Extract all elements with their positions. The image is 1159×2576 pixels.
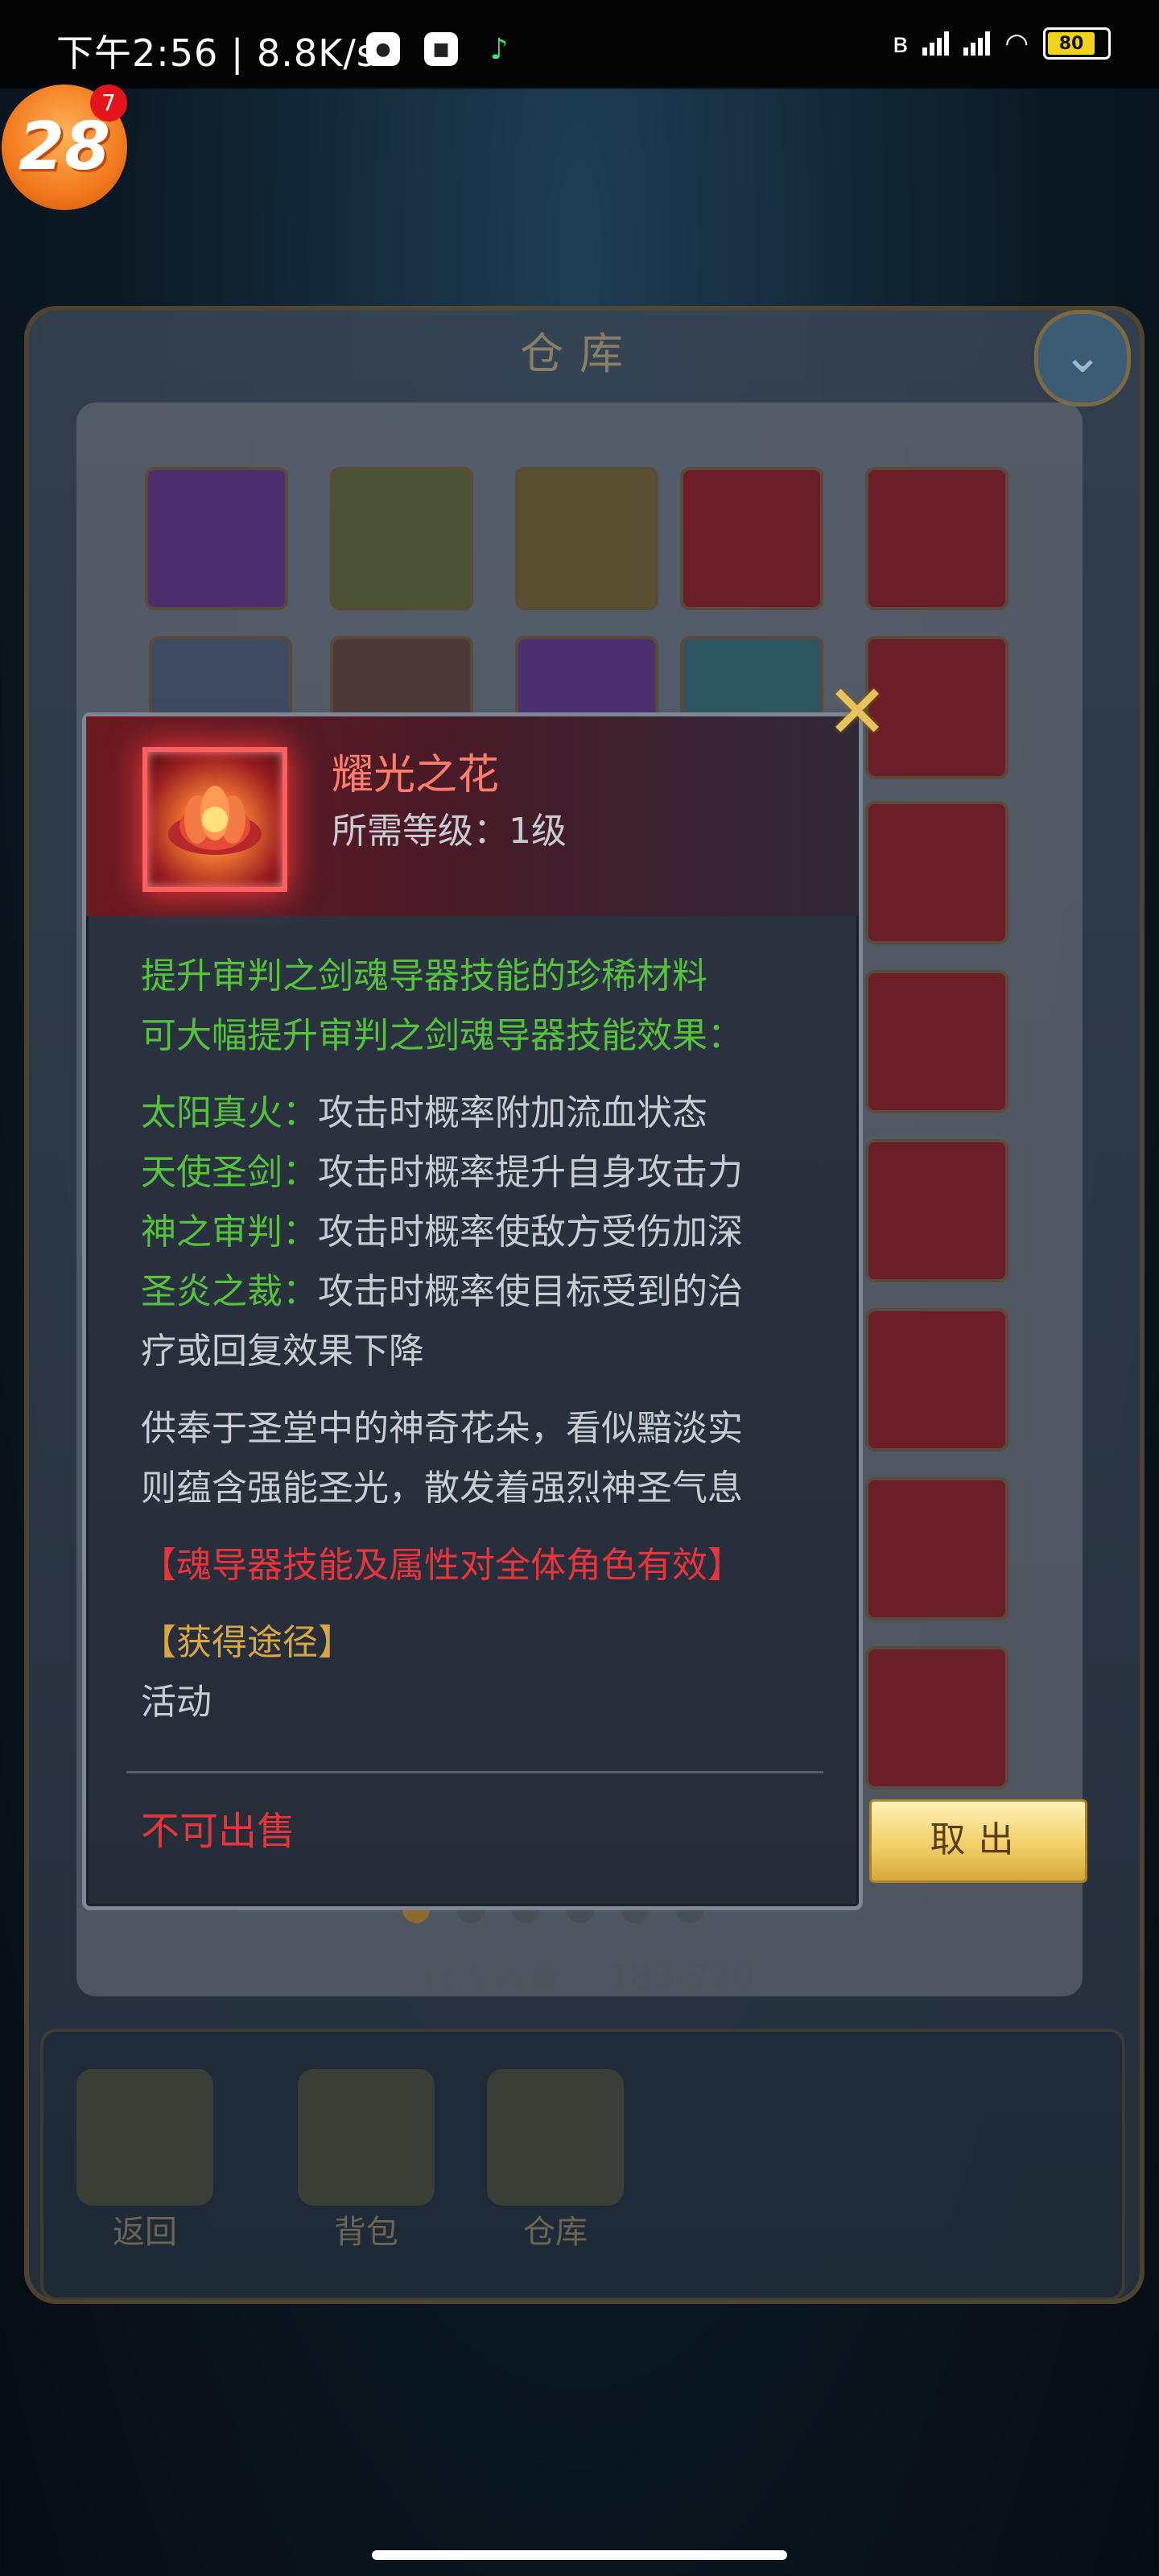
warehouse-title: 仓库 [520,328,639,379]
lore-line: 供奉于圣堂中的神奇花朵，看似黯淡实 [141,1408,743,1449]
warehouse-capacity: 仓库容量 183/220 [402,1948,773,2004]
intro-line: 可大幅提升审判之剑魂导器技能效果： [141,1015,743,1056]
penguin-app-icon: ● [366,32,400,66]
skill-name: 神之审判： [141,1212,318,1253]
item-tooltip: 耀光之花 所需等级：1级 提升审判之剑魂导器技能的珍稀材料 可大幅提升审判之剑魂… [82,712,863,1910]
flower-item-icon [142,747,287,892]
take-out-button[interactable]: 取出 [869,1799,1087,1883]
skill-desc-continued: 疗或回复效果下降 [141,1331,424,1372]
skill-desc: 攻击时概率附加流血状态 [318,1092,707,1133]
item-slot[interactable] [680,467,823,610]
divider [126,1771,823,1773]
sale-status: 不可出售 [141,1809,296,1854]
skill-row: 天使圣剑：攻击时概率提升自身攻击力 [141,1143,849,1203]
wifi-icon: ◠ [1004,27,1029,60]
warehouse-close-icon[interactable]: ⌄ [1034,310,1131,407]
skill-desc: 攻击时概率使敌方受伤加深 [318,1212,743,1253]
battery-level: 80 [1048,32,1095,55]
home-indicator[interactable] [372,2550,787,2560]
capacity-label: 仓库容量 [420,1957,563,1998]
skill-list: 太阳真火：攻击时概率附加流血状态 天使圣剑：攻击时概率提升自身攻击力 神之审判：… [141,1084,849,1381]
back-button[interactable]: 返回 [64,2069,225,2262]
item-description: 提升审判之剑魂导器技能的珍稀材料 可大幅提升审判之剑魂导器技能效果： 太阳真火：… [141,947,849,1732]
signal-icon-2 [963,31,991,56]
item-slot[interactable] [865,1477,1008,1620]
notification-badge: 7 [90,85,127,122]
lore-line: 则蕴含强能圣光，散发着强烈神圣气息 [141,1468,743,1509]
item-required-level: 所需等级：1级 [332,811,567,852]
close-tooltip-icon[interactable]: ✕ [825,675,889,749]
notification-icons: ● ■ ♪ [366,32,516,66]
backpack-tab[interactable]: 背包 [286,2069,447,2262]
status-time: 下午2:56 | 8.8K/s [56,31,377,75]
skill-row: 圣炎之裁：攻击时概率使目标受到的治 [141,1262,849,1322]
tooltip-header: 耀光之花 所需等级：1级 [86,716,859,916]
bluetooth-icon: ʙ [892,27,909,60]
item-slot[interactable] [865,1308,1008,1451]
item-intro: 提升审判之剑魂导器技能的珍稀材料 可大幅提升审判之剑魂导器技能效果： [141,947,849,1066]
back-label: 返回 [113,2214,177,2251]
item-slot[interactable] [145,467,288,610]
store-app-icon: ■ [424,32,458,66]
back-arrow-icon [76,2069,213,2206]
warehouse-label: 仓库 [523,2214,588,2251]
item-slot[interactable] [865,467,1008,610]
item-slot[interactable] [865,970,1008,1113]
warehouse-tab[interactable]: 仓库 [475,2069,636,2262]
item-lore: 供奉于圣堂中的神奇花朵，看似黯淡实 则蕴含强能圣光，散发着强烈神圣气息 [141,1399,849,1518]
item-name: 耀光之花 [332,751,500,799]
backpack-icon [298,2069,435,2206]
skill-name: 天使圣剑： [141,1152,318,1193]
item-slot[interactable] [865,801,1008,944]
item-slot[interactable] [865,1646,1008,1790]
skill-name: 太阳真火： [141,1092,318,1133]
signal-icon [922,31,950,56]
capacity-value: 183/220 [607,1957,755,1998]
status-bar: 下午2:56 | 8.8K/s ● ■ ♪ ʙ ◠ 80 [0,0,1159,89]
source-title: 【获得途径】 [141,1622,353,1663]
source-value: 活动 [141,1682,212,1723]
item-slot[interactable] [330,467,473,610]
status-right: ʙ ◠ 80 [893,27,1111,60]
intro-line: 提升审判之剑魂导器技能的珍稀材料 [141,956,707,997]
item-slot[interactable] [865,1139,1008,1282]
skill-desc: 攻击时概率使目标受到的治 [318,1271,743,1312]
skill-row: 神之审判：攻击时概率使敌方受伤加深 [141,1203,849,1262]
skill-desc: 攻击时概率提升自身攻击力 [318,1152,743,1193]
item-slot[interactable] [515,467,658,610]
skill-row: 太阳真火：攻击时概率附加流血状态 [141,1084,849,1143]
skill-name: 圣炎之裁： [141,1271,318,1312]
music-app-icon: ♪ [489,32,509,66]
effect-note: 【魂导器技能及属性对全体角色有效】 [141,1545,743,1586]
backpack-label: 背包 [334,2214,398,2251]
battery-icon: 80 [1043,27,1111,60]
warehouse-chest-icon [487,2069,624,2206]
